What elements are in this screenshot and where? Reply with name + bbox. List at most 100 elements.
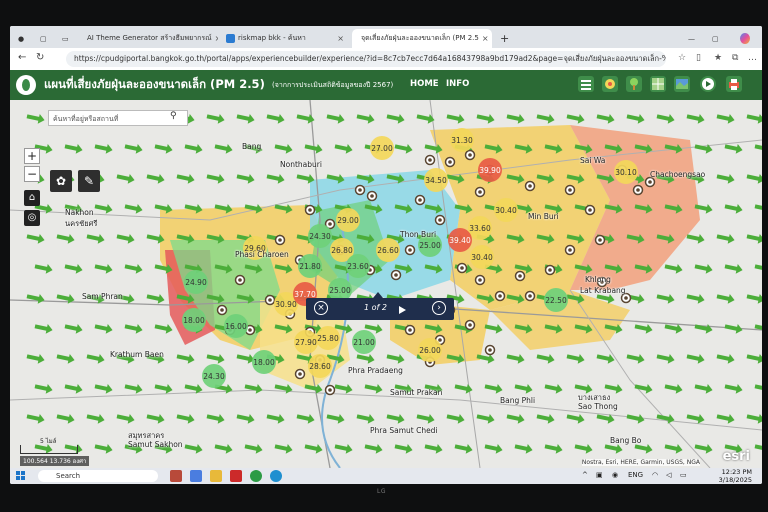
pm-value-label: 21.00 <box>353 338 375 347</box>
tab-riskmap-search[interactable]: riskmap bkk - ค้นหา × <box>220 29 350 48</box>
legend-icon[interactable] <box>602 76 618 92</box>
popup-close-icon[interactable]: × <box>314 301 328 315</box>
risk-point-dot <box>648 180 652 184</box>
risk-point-dot <box>438 338 442 342</box>
home-extent-button[interactable]: ⌂ <box>24 190 40 206</box>
file-explorer-icon[interactable] <box>210 470 222 482</box>
tab-actions-icon[interactable]: ▭ <box>56 29 76 48</box>
pm-value-label: 27.00 <box>371 144 393 153</box>
more-menu-icon[interactable]: … <box>748 53 757 63</box>
tree-icon[interactable] <box>626 76 642 92</box>
risk-point-dot <box>278 238 282 242</box>
tray-overflow-icon[interactable]: ^ <box>582 471 588 479</box>
map-grid-icon[interactable] <box>650 76 666 92</box>
popup-play-icon[interactable] <box>399 306 406 314</box>
layer-list-icon[interactable] <box>578 76 594 92</box>
pm-value-label: 26.60 <box>377 246 399 255</box>
close-tab-icon[interactable]: × <box>482 34 489 43</box>
locate-button[interactable]: ◎ <box>24 210 40 226</box>
print-icon[interactable] <box>726 76 742 92</box>
risk-point-dot <box>418 198 422 202</box>
favorites-icon[interactable]: ★ <box>714 53 722 63</box>
draw-tool-button[interactable]: ✎ <box>78 170 100 192</box>
risk-point-dot <box>468 323 472 327</box>
pm-value-label: 22.50 <box>545 296 567 305</box>
place-label: Krathum Baen <box>110 350 164 359</box>
taskbar-clock[interactable]: 12:23 PM 3/18/2025 <box>719 468 752 484</box>
nav-home-link[interactable]: HOME <box>410 79 439 89</box>
mcafee-icon[interactable] <box>230 470 242 482</box>
app-title: แผนที่เสี่ยงภัยฝุ่นละอองขนาดเล็ก (PM 2.5… <box>44 77 265 91</box>
map-search-input[interactable]: ค้นหาที่อยู่หรือสถานที่ <box>48 110 188 126</box>
favorite-star-icon[interactable]: ☆ <box>678 53 686 63</box>
pm-value-label: 30.40 <box>471 253 493 262</box>
nav-info-link[interactable]: INFO <box>446 79 469 89</box>
profile-icon[interactable]: ● <box>12 29 32 48</box>
maximize-icon[interactable]: ▢ <box>706 29 724 48</box>
chrome-icon[interactable] <box>250 470 262 482</box>
zoom-in-button[interactable]: + <box>24 148 40 164</box>
basemap-gallery-icon[interactable] <box>674 76 690 92</box>
risk-point-dot <box>548 268 552 272</box>
clock-date: 3/18/2025 <box>718 476 752 484</box>
widgets-icon[interactable] <box>170 470 182 482</box>
bma-logo-icon <box>16 75 36 95</box>
workspaces-icon[interactable]: ▢ <box>34 29 54 48</box>
zoom-out-button[interactable]: − <box>24 166 40 182</box>
url-input[interactable]: https://cpudgiportal.bangkok.go.th/porta… <box>66 51 666 67</box>
wifi-icon[interactable]: ◠ <box>652 471 658 479</box>
language-indicator[interactable]: ENG <box>628 471 643 479</box>
windows-start-icon[interactable] <box>16 471 26 481</box>
taskbar-search-label: Search <box>56 472 81 480</box>
minimize-icon[interactable]: — <box>682 29 700 48</box>
popup-next-icon[interactable]: › <box>432 301 446 315</box>
place-label: Samut Prakan <box>390 388 443 397</box>
taskbar-search-input[interactable]: Search <box>38 470 158 482</box>
place-label: Phra Pradaeng <box>348 366 403 375</box>
clock-time: 12:23 PM <box>721 468 752 476</box>
monitor-brand-logo: LG <box>377 488 386 495</box>
app-subtitle: (จากการประเมินสถิติข้อมูลของปี 2567) <box>272 81 394 89</box>
risk-point-dot <box>488 348 492 352</box>
risk-point-dot <box>428 158 432 162</box>
battery-icon[interactable]: ▭ <box>680 471 687 479</box>
layers-tool-button[interactable]: ✿ <box>50 170 72 192</box>
risk-point-dot <box>588 208 592 212</box>
reload-icon[interactable]: ↻ <box>36 52 44 63</box>
pm-value-label: 24.90 <box>185 278 207 287</box>
risk-point-dot <box>248 328 252 332</box>
pm-value-label: 25.00 <box>419 241 441 250</box>
pm-value-label: 30.40 <box>495 206 517 215</box>
volume-icon[interactable]: ◁ <box>666 471 671 479</box>
close-tab-icon[interactable]: × <box>215 34 218 43</box>
place-label: Sao Thong <box>578 402 618 411</box>
split-screen-icon[interactable]: ▯ <box>696 53 701 63</box>
popup-pointer <box>373 292 383 298</box>
pm-value-label: 24.30 <box>309 232 331 241</box>
tray-app-icon[interactable]: ▣ <box>596 471 603 479</box>
tray-app2-icon[interactable]: ◉ <box>612 471 618 479</box>
risk-point-dot <box>408 248 412 252</box>
pm-value-label: 26.00 <box>419 346 441 355</box>
tab-ai-theme[interactable]: AI Theme Generator สร้างธีมพยากรณ์ × <box>78 29 218 48</box>
new-tab-button[interactable]: + <box>494 29 512 48</box>
pm-value-label: 26.80 <box>331 246 353 255</box>
direction-icon[interactable] <box>700 76 716 92</box>
collections-icon[interactable]: ⧉ <box>732 53 738 63</box>
place-label: Khlong <box>585 275 611 284</box>
risk-point-dot <box>408 328 412 332</box>
map-view[interactable]: 27.00 31.30 39.90 34.50 30.10 29.00 29.60 24.30… <box>10 100 762 468</box>
tab-label: riskmap bkk - ค้นหา <box>238 34 306 42</box>
copilot-taskbar-icon[interactable] <box>190 470 202 482</box>
copilot-icon[interactable] <box>734 29 756 48</box>
coordinate-readout: 100.564 13.736 องศา <box>20 456 90 466</box>
tab-label: AI Theme Generator สร้างธีมพยากรณ์ <box>87 34 212 42</box>
edge-icon[interactable] <box>270 470 282 482</box>
search-icon[interactable]: ⚲ <box>170 111 177 121</box>
tab-pm25-map[interactable]: จุดเสี่ยงภัยฝุ่นละอองขนาดเล็ก (PM 2.5 × <box>352 29 492 48</box>
risk-point-dot <box>518 274 522 278</box>
back-icon[interactable]: ← <box>18 52 26 63</box>
place-label: Sai Wa <box>580 156 606 165</box>
close-tab-icon[interactable]: × <box>337 34 344 43</box>
tab-label: จุดเสี่ยงภัยฝุ่นละอองขนาดเล็ก (PM 2.5 <box>361 34 479 42</box>
